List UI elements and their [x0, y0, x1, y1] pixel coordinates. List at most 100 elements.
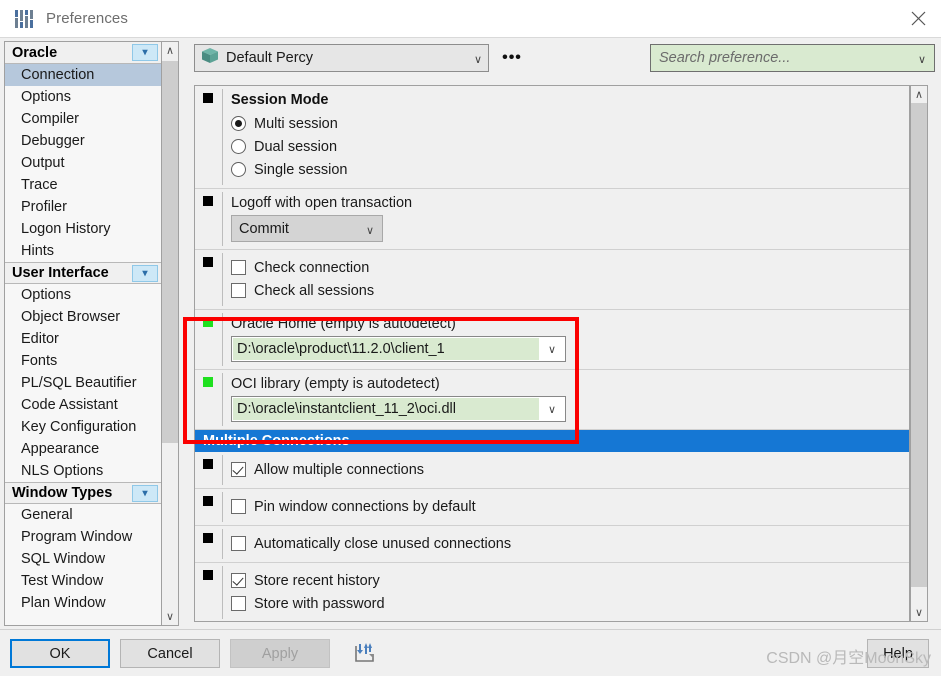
chevron-down-icon: ∨ [365, 225, 374, 237]
checkbox-check-connection[interactable]: Check connection [231, 256, 909, 279]
sidebar-item-test-window[interactable]: Test Window [5, 570, 161, 592]
logoff-label: Logoff with open transaction [231, 195, 413, 211]
sidebar-item-fonts[interactable]: Fonts [5, 350, 161, 372]
sidebar-item-options[interactable]: Options [5, 284, 161, 306]
preferences-window: Preferences Oracle ▾ Connection Options Comp… [0, 0, 941, 676]
help-button[interactable]: Help [867, 639, 929, 668]
checkbox-store-with-password[interactable]: Store with password [231, 592, 909, 615]
session-mode-title: Session Mode [231, 92, 329, 108]
sidebar-scroll-thumb[interactable] [162, 61, 178, 443]
section-divider [222, 373, 223, 426]
checkbox-label: Store with password [254, 595, 385, 612]
logoff-select-value: Commit [239, 220, 289, 237]
sidebar-item-logon-history[interactable]: Logon History [5, 218, 161, 240]
checkbox-pin-window-connections[interactable]: Pin window connections by default [231, 495, 909, 518]
checkbox-icon [231, 260, 246, 275]
sidebar-scrollbar[interactable]: ∧ ∨ [162, 41, 179, 626]
sidebar-group-window-types[interactable]: Window Types ▾ [5, 482, 161, 504]
chevron-up-icon: ∧ [914, 89, 924, 101]
section-marker [203, 570, 213, 580]
package-icon [202, 48, 218, 68]
section-divider [222, 89, 223, 185]
profile-select[interactable]: Default Percy ∨ [194, 44, 489, 72]
radio-single-session[interactable]: Single session [231, 158, 909, 181]
sidebar-group-oracle[interactable]: Oracle ▾ [5, 42, 161, 64]
section-logoff-transaction: Logoff with open transaction Commit ∨ [195, 189, 909, 250]
oracle-home-value: D:\oracle\product\11.2.0\client_1 [233, 338, 539, 360]
section-store-history: Store recent history Store with password [195, 563, 909, 621]
section-marker [203, 496, 213, 506]
sidebar-item-profiler[interactable]: Profiler [5, 196, 161, 218]
chevron-down-icon: ∨ [917, 54, 926, 66]
close-icon[interactable] [895, 0, 941, 36]
sidebar-item-output[interactable]: Output [5, 152, 161, 174]
sidebar-item-nls-options[interactable]: NLS Options [5, 460, 161, 482]
logoff-select[interactable]: Commit ∨ [231, 215, 383, 242]
radio-icon [231, 116, 246, 131]
checkbox-icon [231, 499, 246, 514]
content-scroll-thumb[interactable] [911, 103, 927, 587]
multiple-connections-header: Multiple Connections [195, 430, 909, 452]
sidebar-item-general[interactable]: General [5, 504, 161, 526]
preferences-category-list[interactable]: Oracle ▾ Connection Options Compiler Debugger… [4, 41, 162, 626]
checkbox-label: Allow multiple connections [254, 461, 425, 478]
section-oci-library: OCI library (empty is autodetect) D:\ora… [195, 370, 909, 430]
section-divider [222, 253, 223, 306]
chevron-down-icon[interactable]: ▾ [132, 485, 158, 502]
search-preference-input[interactable]: Search preference... ∨ [650, 44, 935, 72]
section-marker [203, 196, 213, 206]
section-marker [203, 93, 213, 103]
sidebar-item-key-configuration[interactable]: Key Configuration [5, 416, 161, 438]
content-scroll-up-button[interactable]: ∧ [911, 86, 927, 103]
checkbox-auto-close-unused-connections[interactable]: Automatically close unused connections [231, 532, 909, 555]
sidebar-group-label: Window Types [12, 485, 113, 501]
section-marker [203, 459, 213, 469]
profile-select-value: Default Percy [226, 50, 314, 66]
sidebar-item-trace[interactable]: Trace [5, 174, 161, 196]
checkbox-store-recent-history[interactable]: Store recent history [231, 569, 909, 592]
sidebar-item-debugger[interactable]: Debugger [5, 130, 161, 152]
oracle-home-input[interactable]: D:\oracle\product\11.2.0\client_1 ∨ [231, 336, 566, 362]
sidebar-item-compiler[interactable]: Compiler [5, 108, 161, 130]
checkbox-label: Store recent history [254, 572, 380, 589]
checkbox-check-all-sessions[interactable]: Check all sessions [231, 279, 909, 302]
chevron-down-icon[interactable]: ∨ [539, 337, 565, 361]
sidebar-scroll-up-button[interactable]: ∧ [162, 42, 178, 59]
sidebar-item-options[interactable]: Options [5, 86, 161, 108]
sidebar-group-user-interface[interactable]: User Interface ▾ [5, 262, 161, 284]
sidebar-item-program-window[interactable]: Program Window [5, 526, 161, 548]
sidebar-group-label: Oracle [12, 44, 58, 61]
oci-library-value: D:\oracle\instantclient_11_2\oci.dll [233, 398, 539, 420]
chevron-down-icon[interactable]: ∨ [539, 397, 565, 421]
preferences-right-pane: Default Percy ∨ ••• Search preference...… [186, 41, 937, 626]
radio-label: Dual session [254, 138, 338, 155]
chevron-down-icon[interactable]: ▾ [132, 44, 158, 61]
sidebar-item-object-browser[interactable]: Object Browser [5, 306, 161, 328]
radio-dual-session[interactable]: Dual session [231, 135, 909, 158]
radio-multi-session[interactable]: Multi session [231, 112, 909, 135]
ok-button[interactable]: OK [10, 639, 110, 668]
sidebar-scroll-down-button[interactable]: ∨ [162, 608, 178, 625]
window-titlebar: Preferences [0, 0, 941, 38]
chevron-down-icon[interactable]: ▾ [132, 265, 158, 282]
sidebar-item-sql-window[interactable]: SQL Window [5, 548, 161, 570]
sidebar-item-code-assistant[interactable]: Code Assistant [5, 394, 161, 416]
sidebar-item-appearance[interactable]: Appearance [5, 438, 161, 460]
oci-library-input[interactable]: D:\oracle\instantclient_11_2\oci.dll ∨ [231, 396, 566, 422]
sidebar-item-hints[interactable]: Hints [5, 240, 161, 262]
content-scroll-down-button[interactable]: ∨ [911, 604, 927, 621]
section-auto-close-connections: Automatically close unused connections [195, 526, 909, 563]
checkbox-label: Pin window connections by default [254, 498, 476, 515]
sidebar-item-connection[interactable]: Connection [5, 64, 161, 86]
import-export-icon[interactable] [352, 641, 378, 665]
radio-icon [231, 162, 246, 177]
sidebar-item-editor[interactable]: Editor [5, 328, 161, 350]
content-scrollbar[interactable]: ∧ ∨ [910, 85, 928, 622]
cancel-button[interactable]: Cancel [120, 639, 220, 668]
sidebar-item-plan-window[interactable]: Plan Window [5, 592, 161, 614]
section-allow-multiple-connections: Allow multiple connections [195, 452, 909, 489]
profile-more-button[interactable]: ••• [498, 44, 526, 72]
sidebar-item-pl-sql-beautifier[interactable]: PL/SQL Beautifier [5, 372, 161, 394]
checkbox-allow-multiple-connections[interactable]: Allow multiple connections [231, 458, 909, 481]
section-marker [203, 317, 213, 327]
